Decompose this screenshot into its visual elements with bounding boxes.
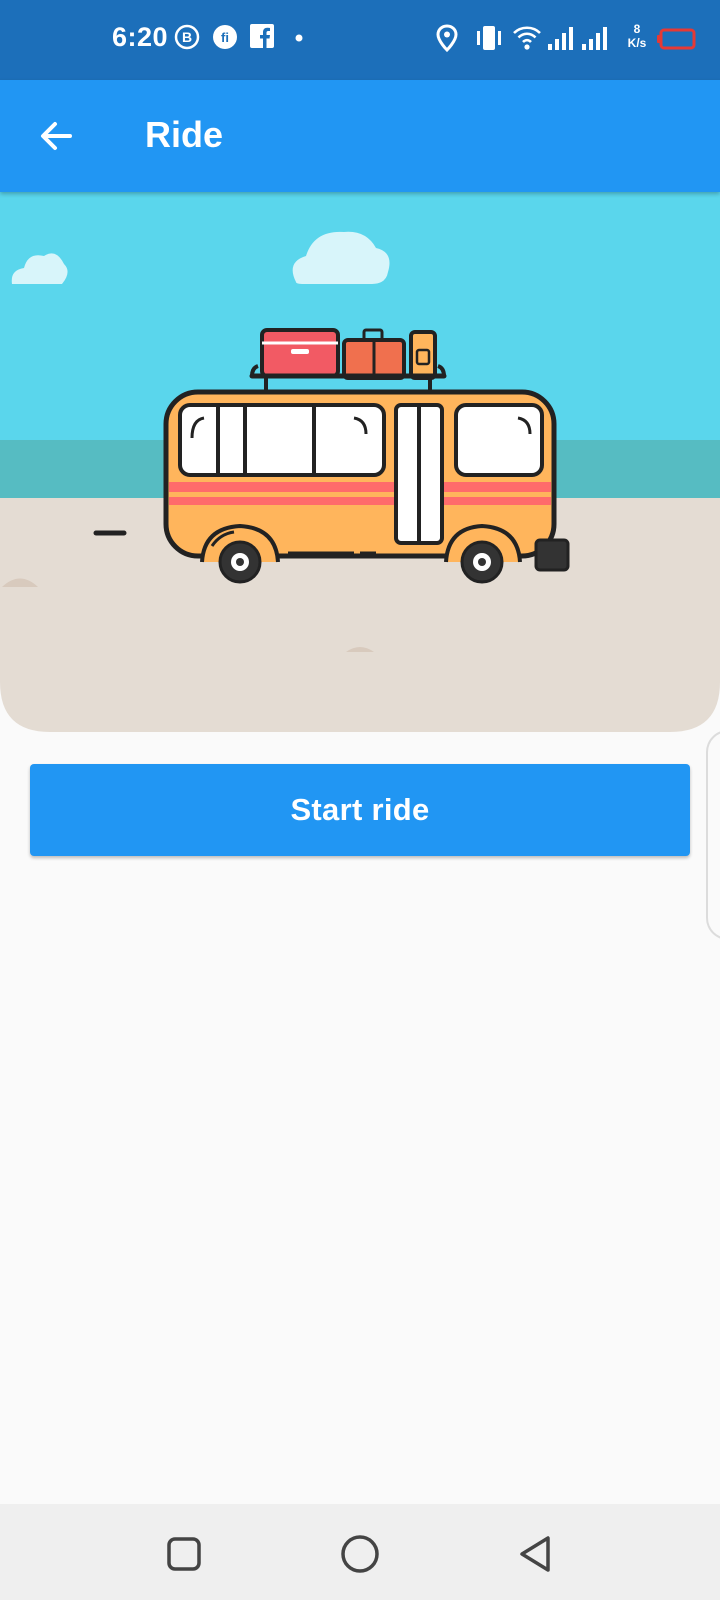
home-button[interactable] xyxy=(338,1532,382,1576)
start-ride-button[interactable]: Start ride xyxy=(30,764,690,856)
signal-icon xyxy=(548,27,573,50)
back-button[interactable] xyxy=(28,108,84,164)
wifi-icon xyxy=(513,26,541,50)
svg-text:fi: fi xyxy=(221,30,229,45)
recents-square-icon xyxy=(167,1537,201,1571)
dot-icon xyxy=(295,34,303,42)
system-nav-bar xyxy=(0,1504,720,1600)
location-icon xyxy=(436,24,458,52)
vibrate-icon xyxy=(477,26,501,50)
arrow-back-icon xyxy=(41,122,72,150)
fi-icon: fi xyxy=(213,25,237,49)
back-nav-button[interactable] xyxy=(514,1532,558,1576)
b-badge-icon: B xyxy=(174,24,200,50)
facebook-icon xyxy=(250,24,274,48)
status-bar: 6:20 B fi 8 K/s xyxy=(0,0,720,80)
battery-icon xyxy=(657,28,696,50)
bus-illustration xyxy=(0,192,720,732)
net-speed: 8 K/s xyxy=(624,22,650,50)
status-time: 6:20 xyxy=(112,22,169,52)
page-title: Ride xyxy=(145,114,224,155)
signal-icon xyxy=(582,27,607,50)
home-circle-icon xyxy=(341,1535,379,1573)
svg-text:B: B xyxy=(182,29,192,45)
recents-button[interactable] xyxy=(162,1532,206,1576)
app-bar: Ride xyxy=(0,80,720,192)
back-triangle-icon xyxy=(520,1536,550,1572)
net-speed-unit: K/s xyxy=(627,36,647,50)
edge-panel-handle[interactable] xyxy=(706,730,720,940)
net-speed-value: 8 xyxy=(633,22,641,36)
